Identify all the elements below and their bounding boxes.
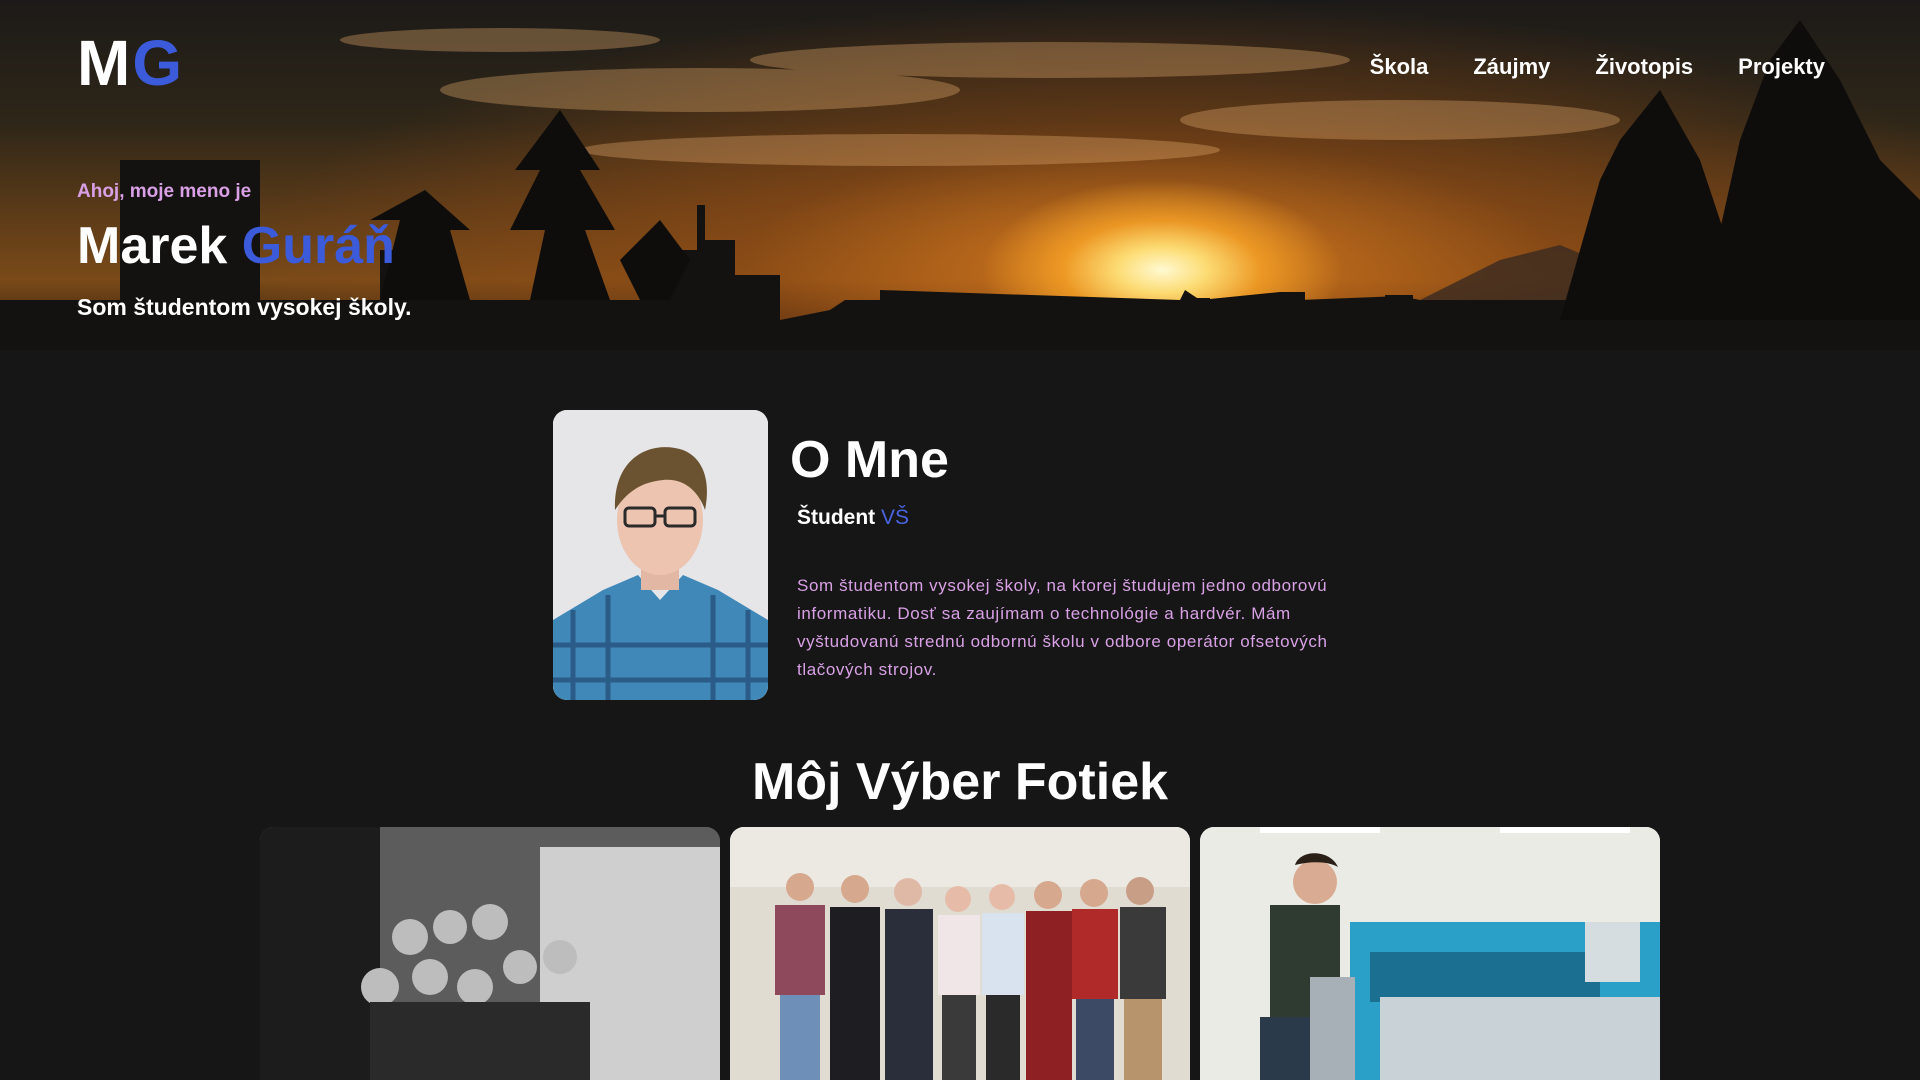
nav-link-zaujmy[interactable]: Záujmy — [1473, 54, 1550, 80]
hero-banner: MG Škola Záujmy Životopis Projekty Ahoj,… — [0, 0, 1920, 350]
main-nav: Škola Záujmy Životopis Projekty — [1370, 54, 1825, 80]
logo-letter-m: M — [77, 27, 133, 99]
site-logo[interactable]: MG — [77, 26, 184, 100]
gallery-photo-party[interactable] — [260, 827, 720, 1080]
hero-greeting: Ahoj, moje meno je — [77, 181, 252, 202]
about-subtitle-text: Študent — [797, 506, 876, 529]
hero-last-name: Guráň — [241, 217, 395, 275]
hero-name: Marek Guráň — [77, 216, 395, 276]
gallery-photo-group[interactable] — [730, 827, 1190, 1080]
hero-first-name: Marek — [77, 217, 228, 275]
nav-link-skola[interactable]: Škola — [1370, 54, 1429, 80]
profile-photo — [553, 410, 768, 700]
about-description: Som študentom vysokej školy, na ktorej š… — [797, 576, 1328, 679]
nav-link-zivotopis[interactable]: Životopis — [1595, 54, 1693, 80]
about-subtitle-accent: VŠ — [881, 506, 910, 529]
gallery-photo-printing-press[interactable] — [1200, 827, 1660, 1080]
about-title: O Mne — [790, 431, 949, 489]
hero-tagline: Som študentom vysokej školy. — [77, 294, 412, 320]
about-subtitle: Študent VŠ — [797, 506, 909, 530]
logo-letter-g: G — [132, 27, 185, 99]
gallery-title: Môj Výber Fotiek — [751, 753, 1169, 811]
nav-link-projekty[interactable]: Projekty — [1738, 54, 1825, 80]
